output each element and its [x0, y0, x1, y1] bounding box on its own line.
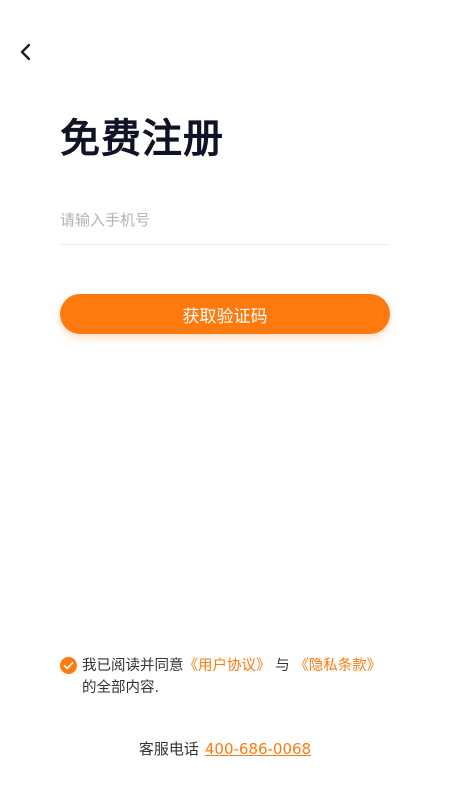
check-circle-icon: [60, 657, 77, 674]
privacy-policy-link[interactable]: 《隐私条款》: [294, 658, 381, 674]
agreement-checkbox[interactable]: [60, 657, 77, 674]
service-line: 客服电话 400-686-0068: [0, 738, 450, 759]
get-code-button[interactable]: 获取验证码: [60, 294, 390, 334]
agreement-conjunction: 与: [275, 658, 290, 674]
agreement-prefix: 我已阅读并同意: [82, 658, 184, 674]
agreement-text: 我已阅读并同意《用户协议》 与 《隐私条款》的全部内容.: [82, 655, 410, 699]
agreement-suffix: 的全部内容.: [82, 680, 160, 696]
agreement: 我已阅读并同意《用户协议》 与 《隐私条款》的全部内容.: [60, 655, 410, 699]
phone-input[interactable]: [60, 202, 390, 238]
chevron-left-icon: [20, 43, 31, 61]
service-phone-link[interactable]: 400-686-0068: [205, 740, 311, 758]
service-label: 客服电话: [138, 740, 199, 758]
phone-field[interactable]: [60, 202, 390, 245]
back-button[interactable]: [10, 36, 42, 68]
user-agreement-link[interactable]: 《用户协议》: [184, 658, 271, 674]
page-title: 免费注册: [60, 116, 224, 162]
